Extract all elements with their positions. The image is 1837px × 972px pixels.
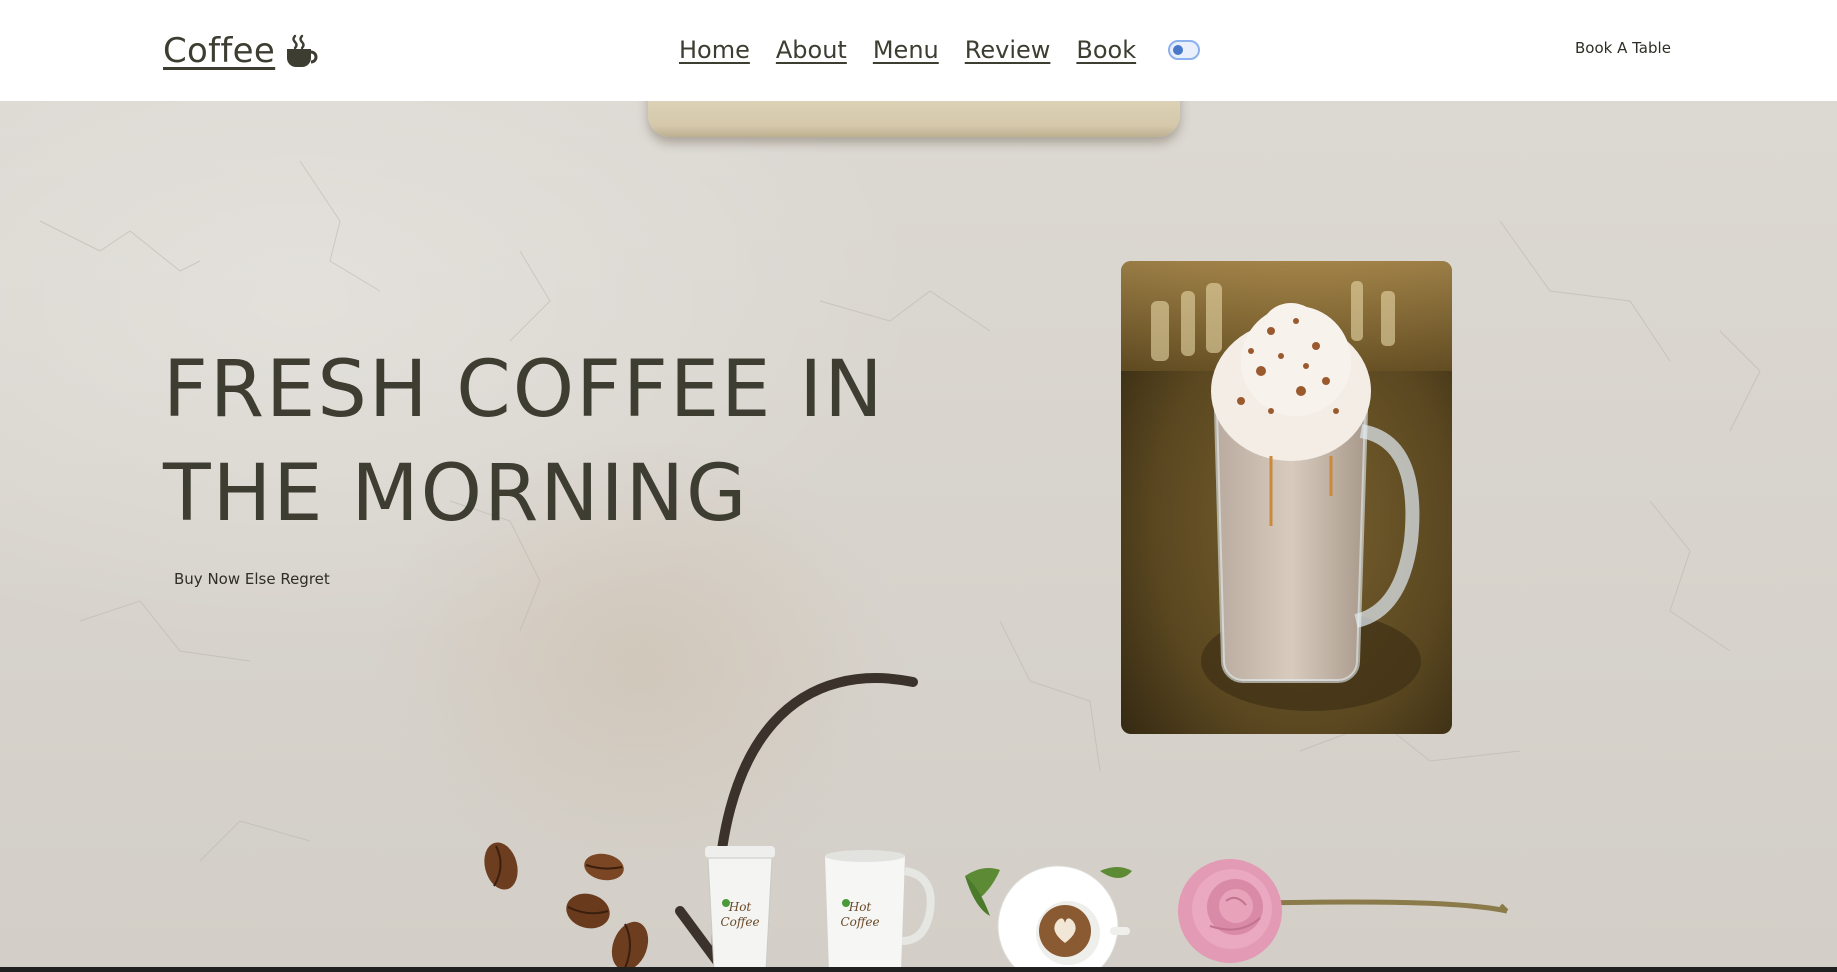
nav-home[interactable]: Home bbox=[679, 36, 750, 64]
site-header: Coffee Home About Menu Review Book Book … bbox=[0, 0, 1837, 101]
svg-text:Coffee: Coffee bbox=[840, 915, 879, 929]
latte-cup-image bbox=[965, 865, 1132, 967]
nav-menu[interactable]: Menu bbox=[873, 36, 939, 64]
burlap-bag-image bbox=[648, 101, 1180, 137]
svg-text:Hot: Hot bbox=[728, 900, 752, 914]
logo-text: Coffee bbox=[163, 31, 276, 71]
nav-about[interactable]: About bbox=[776, 36, 847, 64]
hero-section: FRESH COFFEE IN THE MORNING Buy Now Else… bbox=[0, 101, 1837, 967]
toggle-switch-icon bbox=[1173, 45, 1184, 55]
coffee-bean-icon bbox=[484, 842, 649, 967]
hero-headline: FRESH COFFEE IN THE MORNING bbox=[163, 338, 963, 546]
coffee-cup-icon bbox=[283, 33, 319, 69]
main-nav: Home About Menu Review Book bbox=[679, 32, 1201, 68]
coffee-props-row: Hot Coffee Hot Coffee bbox=[484, 842, 1509, 967]
svg-text:Coffee: Coffee bbox=[720, 915, 759, 929]
nav-book[interactable]: Book bbox=[1076, 36, 1136, 64]
svg-text:Hot: Hot bbox=[848, 900, 872, 914]
book-table-button[interactable]: Book A Table bbox=[1575, 39, 1671, 57]
headline-line-1: FRESH COFFEE IN bbox=[163, 345, 885, 435]
theme-toggle[interactable] bbox=[1168, 40, 1201, 60]
buy-now-button[interactable]: Buy Now Else Regret bbox=[174, 570, 330, 588]
rose-image bbox=[1178, 859, 1509, 963]
nav-review[interactable]: Review bbox=[965, 36, 1051, 64]
mug-image: Hot Coffee bbox=[825, 850, 935, 967]
headline-line-2: THE MORNING bbox=[163, 449, 749, 539]
hero-coffee-photo bbox=[1121, 261, 1452, 734]
paper-cup-image: Hot Coffee bbox=[705, 846, 775, 967]
logo-link[interactable]: Coffee bbox=[163, 28, 319, 74]
